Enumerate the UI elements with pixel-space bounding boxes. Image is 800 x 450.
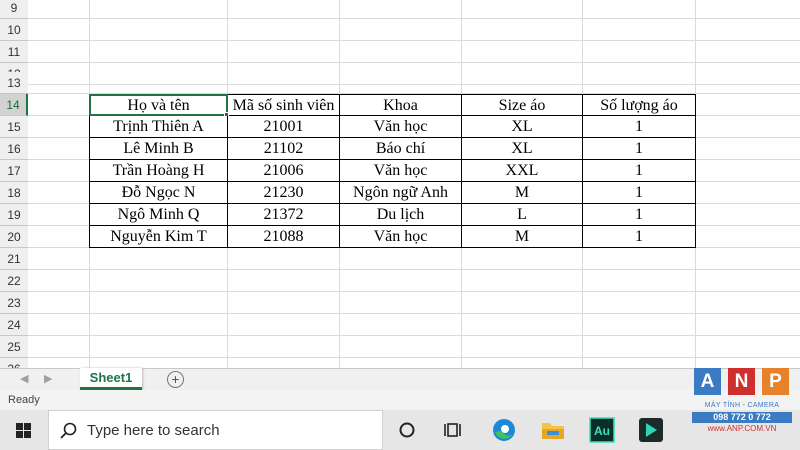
sheet-row[interactable]: 25 [0,336,800,358]
sheet-row[interactable]: 21 [0,248,800,270]
scroll-tabs-right-icon[interactable]: ▶ [44,372,52,385]
logo-phone: 098 772 0 772 [692,412,792,423]
cell-student-id[interactable]: 21102 [228,138,340,160]
cell-student-id[interactable]: 21088 [228,226,340,248]
row-number[interactable]: 9 [0,0,28,19]
row-number[interactable]: 13 [0,72,28,94]
edge-icon[interactable] [490,416,518,444]
cell-name[interactable]: Nguyễn Kim T [89,226,228,248]
scroll-tabs-left-icon[interactable]: ◀ [20,372,28,385]
sheet-row[interactable]: 13 [0,72,800,94]
logo-letter: A [694,368,721,395]
header-cell-name[interactable]: Họ và tên [89,94,228,116]
cell-faculty[interactable]: Văn học [340,160,462,182]
cell-student-id[interactable]: 21372 [228,204,340,226]
row-number[interactable]: 25 [0,336,28,358]
cell-faculty[interactable]: Ngôn ngữ Anh [340,182,462,204]
cell-name[interactable]: Lê Minh B [89,138,228,160]
sheet-row[interactable]: 11 [0,41,800,63]
header-cell-student-id[interactable]: Mã số sinh viên [228,94,340,116]
cell-name[interactable]: Ngô Minh Q [89,204,228,226]
row-number[interactable]: 11 [0,41,28,63]
row-number[interactable]: 21 [0,248,28,270]
filmora-icon[interactable] [637,416,665,444]
header-cell-shirt-size[interactable]: Size áo [462,94,583,116]
table-row[interactable]: 17 Trần Hoàng H 21006 Văn học XXL 1 [0,160,800,182]
sheet-row[interactable]: 24 [0,314,800,336]
cell-shirt-quantity[interactable]: 1 [583,160,696,182]
cell-shirt-size[interactable]: M [462,182,583,204]
cell-shirt-quantity[interactable]: 1 [583,204,696,226]
row-number[interactable]: 26 [0,358,28,368]
row-number[interactable]: 15 [0,116,28,138]
logo-letter: N [728,368,755,395]
sheet-tab-sheet1[interactable]: Sheet1 [80,368,142,390]
logo-caption: MÁY TÍNH - CAMERA [704,402,780,409]
search-placeholder: Type here to search [87,422,220,439]
start-button[interactable] [0,410,48,450]
sheet-row[interactable]: 22 [0,270,800,292]
row-number[interactable]: 16 [0,138,28,160]
row-number[interactable]: 10 [0,19,28,41]
file-explorer-icon[interactable] [539,416,567,444]
anp-logo-watermark: A N P MÁY TÍNH - CAMERA 098 772 0 772 ww… [692,368,792,438]
cell-shirt-quantity[interactable]: 1 [583,182,696,204]
cell-student-id[interactable]: 21230 [228,182,340,204]
row-number[interactable]: 14 [0,94,28,116]
cell-shirt-size[interactable]: XL [462,138,583,160]
table-row[interactable]: 19 Ngô Minh Q 21372 Du lịch L 1 [0,204,800,226]
cell-student-id[interactable]: 21006 [228,160,340,182]
sheet-row[interactable]: 9 [0,0,800,19]
search-icon [60,422,77,439]
cell-faculty[interactable]: Văn học [340,226,462,248]
table-row[interactable]: 20 Nguyễn Kim T 21088 Văn học M 1 [0,226,800,248]
svg-text:Au: Au [594,424,610,438]
logo-letter: P [762,368,789,395]
audition-icon[interactable]: Au [588,416,616,444]
row-number[interactable]: 19 [0,204,28,226]
sheet-row[interactable]: 26 [0,358,800,368]
status-bar: Ready [0,390,800,410]
table-row[interactable]: 18 Đỗ Ngọc N 21230 Ngôn ngữ Anh M 1 [0,182,800,204]
sheet-tab-bar: ◀ ▶ Sheet1 + [0,368,800,390]
row-number[interactable]: 18 [0,182,28,204]
header-cell-shirt-quantity[interactable]: Số lượng áo [583,94,696,116]
worksheet-grid[interactable]: 9 10 11 12 13 14 Họ và tên Mã số sinh vi… [0,0,800,368]
windows-logo-icon [16,423,31,438]
cell-faculty[interactable]: Du lịch [340,204,462,226]
table-header-row[interactable]: 14 Họ và tên Mã số sinh viên Khoa Size á… [0,94,800,117]
taskbar-search-box[interactable]: Type here to search [48,410,383,450]
row-number[interactable]: 22 [0,270,28,292]
cell-shirt-size[interactable]: M [462,226,583,248]
cell-faculty[interactable]: Văn học [340,116,462,138]
cell-name[interactable]: Trịnh Thiên A [89,116,228,138]
cell-shirt-size[interactable]: L [462,204,583,226]
cell-faculty[interactable]: Báo chí [340,138,462,160]
cell-shirt-quantity[interactable]: 1 [583,138,696,160]
sheet-row[interactable]: 10 [0,19,800,41]
row-number[interactable]: 17 [0,160,28,182]
table-row[interactable]: 15 Trịnh Thiên A 21001 Văn học XL 1 [0,116,800,138]
plus-circle-icon[interactable]: + [167,371,184,388]
row-number[interactable]: 20 [0,226,28,248]
taskbar: Type here to search Au [0,410,800,450]
task-view-icon[interactable] [440,416,468,444]
status-text: Ready [8,394,40,406]
cell-name[interactable]: Đỗ Ngọc N [89,182,228,204]
header-cell-faculty[interactable]: Khoa [340,94,462,116]
table-row[interactable]: 16 Lê Minh B 21102 Báo chí XL 1 [0,138,800,160]
sheet-row[interactable]: 23 [0,292,800,314]
cell-shirt-quantity[interactable]: 1 [583,226,696,248]
cell-shirt-quantity[interactable]: 1 [583,116,696,138]
cell-shirt-size[interactable]: XL [462,116,583,138]
cell-name[interactable]: Trần Hoàng H [89,160,228,182]
cell-student-id[interactable]: 21001 [228,116,340,138]
cortana-circle-icon[interactable] [393,416,421,444]
cell-shirt-size[interactable]: XXL [462,160,583,182]
row-number[interactable]: 24 [0,314,28,336]
row-number[interactable]: 23 [0,292,28,314]
logo-site: www.ANP.COM.VN [707,424,777,433]
